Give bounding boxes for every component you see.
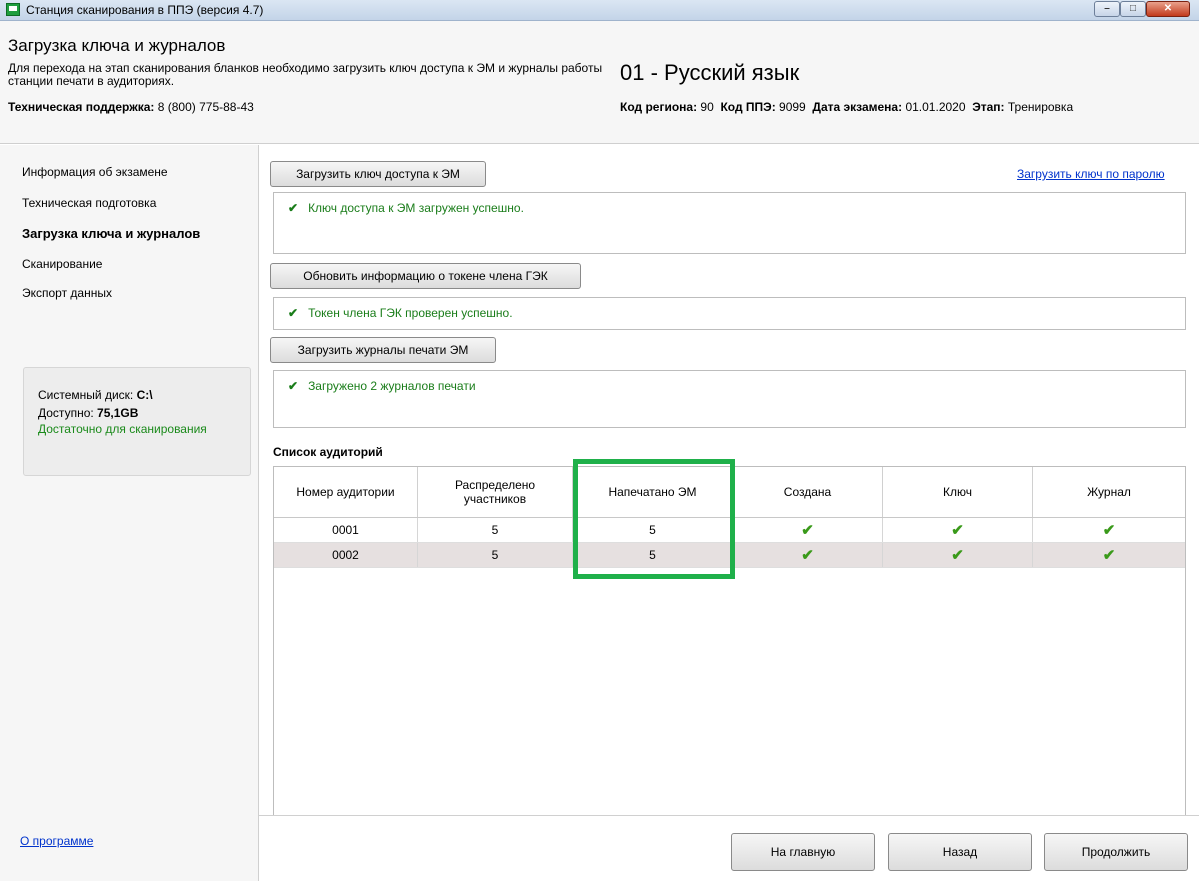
room-number-cell: 0002 bbox=[274, 543, 418, 567]
load-logs-button[interactable]: Загрузить журналы печати ЭМ bbox=[270, 337, 496, 363]
table-row[interactable]: 0001 5 5 ✔ ✔ ✔ bbox=[274, 518, 1185, 543]
token-status: ✔ Токен члена ГЭК проверен успешно. bbox=[288, 306, 513, 320]
column-header[interactable]: Напечатано ЭМ bbox=[573, 467, 733, 517]
disk-free-value: 75,1GB bbox=[97, 406, 139, 420]
window-title: Станция сканирования в ППЭ (версия 4.7) bbox=[26, 3, 264, 17]
disk-value: C:\ bbox=[136, 388, 153, 402]
maximize-button[interactable]: □ bbox=[1120, 1, 1146, 17]
column-header[interactable]: Журнал bbox=[1033, 467, 1185, 517]
logs-status-box: ✔ Загружено 2 журналов печати bbox=[273, 370, 1186, 428]
support-info: Техническая поддержка: 8 (800) 775-88-43 bbox=[8, 100, 254, 114]
key-status-text: Ключ доступа к ЭМ загружен успешно. bbox=[308, 201, 524, 215]
sidebar-item-scanning[interactable]: Сканирование bbox=[22, 257, 102, 271]
region-value: 90 bbox=[700, 100, 714, 114]
created-check-icon: ✔ bbox=[733, 543, 883, 567]
token-status-box: ✔ Токен члена ГЭК проверен успешно. bbox=[273, 297, 1186, 330]
sidebar-item-tech-prep[interactable]: Техническая подготовка bbox=[22, 196, 156, 210]
check-icon: ✔ bbox=[288, 201, 299, 215]
column-header[interactable]: Ключ bbox=[883, 467, 1033, 517]
stage-value: Тренировка bbox=[1007, 100, 1074, 114]
room-number-cell: 0001 bbox=[274, 518, 418, 542]
disk-free-label: Доступно: bbox=[38, 406, 94, 420]
ppe-value: 9099 bbox=[779, 100, 806, 114]
exam-meta: Код региона: 90 Код ППЭ: 9099 Дата экзам… bbox=[620, 100, 1073, 114]
key-status: ✔ Ключ доступа к ЭМ загружен успешно. bbox=[288, 201, 524, 215]
ppe-label: Код ППЭ: bbox=[720, 100, 776, 114]
table-row[interactable]: 0002 5 5 ✔ ✔ ✔ bbox=[274, 543, 1185, 568]
token-status-text: Токен члена ГЭК проверен успешно. bbox=[308, 306, 513, 320]
date-label: Дата экзамена: bbox=[812, 100, 903, 114]
logs-status-text: Загружено 2 журналов печати bbox=[308, 379, 476, 393]
page-title: Загрузка ключа и журналов bbox=[8, 36, 226, 55]
disk-label: Системный диск: bbox=[38, 388, 134, 402]
sidebar bbox=[0, 145, 259, 881]
minimize-icon: – bbox=[1104, 3, 1110, 14]
close-button[interactable]: ✕ bbox=[1146, 1, 1190, 17]
load-key-button[interactable]: Загрузить ключ доступа к ЭМ bbox=[270, 161, 486, 187]
region-label: Код региона: bbox=[620, 100, 698, 114]
column-header[interactable]: Номер аудитории bbox=[274, 467, 418, 517]
rooms-table-title: Список аудиторий bbox=[273, 445, 383, 459]
stage-label: Этап: bbox=[972, 100, 1005, 114]
table-header-row: Номер аудитории Распределено участников … bbox=[274, 467, 1185, 518]
app-icon bbox=[6, 3, 20, 16]
close-icon: ✕ bbox=[1163, 3, 1173, 14]
log-check-icon: ✔ bbox=[1102, 522, 1116, 539]
key-check-icon: ✔ bbox=[883, 518, 1033, 542]
rooms-table: Номер аудитории Распределено участников … bbox=[273, 466, 1186, 826]
printed-cell: 5 bbox=[573, 518, 733, 542]
key-check-icon: ✔ bbox=[883, 543, 1033, 567]
exam-subject: 01 - Русский язык bbox=[620, 60, 800, 85]
disk-info-panel: Системный диск: C:\ Доступно: 75,1GB Дос… bbox=[23, 367, 251, 476]
assigned-cell: 5 bbox=[418, 543, 573, 567]
column-header[interactable]: Создана bbox=[733, 467, 883, 517]
disk-status: Достаточно для сканирования bbox=[38, 422, 207, 436]
update-token-button[interactable]: Обновить информацию о токене члена ГЭК bbox=[270, 263, 581, 289]
sidebar-item-export[interactable]: Экспорт данных bbox=[22, 286, 112, 300]
support-phone: 8 (800) 775-88-43 bbox=[157, 100, 254, 114]
printed-cell: 5 bbox=[573, 543, 733, 567]
created-check-icon: ✔ bbox=[733, 518, 883, 542]
logs-status: ✔ Загружено 2 журналов печати bbox=[288, 379, 476, 393]
window-titlebar: Станция сканирования в ППЭ (версия 4.7) … bbox=[0, 0, 1199, 21]
back-button[interactable]: Назад bbox=[888, 833, 1032, 871]
page-description: Для перехода на этап сканирования бланко… bbox=[8, 61, 603, 88]
assigned-cell: 5 bbox=[418, 518, 573, 542]
maximize-icon: □ bbox=[1129, 3, 1137, 14]
continue-button[interactable]: Продолжить bbox=[1044, 833, 1188, 871]
log-check-icon: ✔ bbox=[1102, 547, 1116, 564]
load-key-password-link[interactable]: Загрузить ключ по паролю bbox=[1017, 167, 1165, 181]
disk-free-line: Доступно: 75,1GB bbox=[38, 406, 138, 420]
minimize-button[interactable]: – bbox=[1094, 1, 1120, 17]
column-header[interactable]: Распределено участников bbox=[418, 467, 573, 517]
about-link[interactable]: О программе bbox=[20, 834, 93, 848]
sidebar-item-key-logs[interactable]: Загрузка ключа и журналов bbox=[22, 226, 200, 241]
key-status-box: ✔ Ключ доступа к ЭМ загружен успешно. bbox=[273, 192, 1186, 254]
support-label: Техническая поддержка: bbox=[8, 100, 155, 114]
check-icon: ✔ bbox=[288, 379, 299, 393]
date-value: 01.01.2020 bbox=[905, 100, 966, 114]
check-icon: ✔ bbox=[288, 306, 299, 320]
disk-label-line: Системный диск: C:\ bbox=[38, 388, 153, 402]
home-button[interactable]: На главную bbox=[731, 833, 875, 871]
sidebar-item-exam-info[interactable]: Информация об экзамене bbox=[22, 165, 168, 179]
